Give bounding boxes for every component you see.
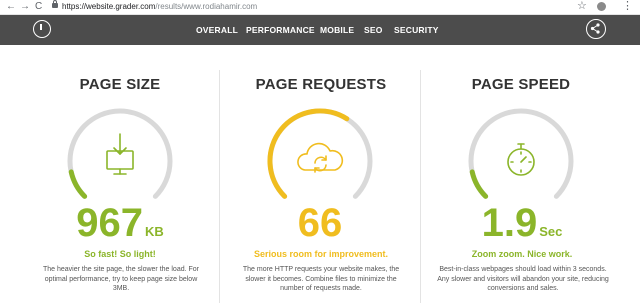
page-speed-unit: Sec	[539, 224, 563, 239]
page-speed-value: 1.9	[481, 201, 538, 245]
bookmark-star-icon[interactable]: ☆	[577, 0, 587, 13]
download-monitor-icon	[106, 133, 134, 175]
nav-security[interactable]: SECURITY	[394, 25, 439, 35]
browser-toolbar: ← → C https://website.grader.com/results…	[0, 0, 640, 15]
cloud-sync-icon	[297, 142, 344, 173]
nav-mobile[interactable]: MOBILE	[320, 25, 354, 35]
page-speed-description: Best-in-class webpages should load withi…	[437, 266, 609, 292]
page-speed-tagline: Zoom zoom. Nice work.	[471, 249, 573, 259]
website-grader-logo-icon[interactable]	[33, 20, 51, 38]
share-button[interactable]	[586, 19, 606, 39]
column-divider	[219, 70, 220, 303]
page-speed-title: PAGE SPEED	[471, 76, 571, 93]
address-bar[interactable]: https://website.grader.com/results/www.r…	[62, 1, 257, 13]
share-icon	[590, 23, 600, 34]
page-requests-title: PAGE REQUESTS	[255, 76, 387, 93]
column-divider	[420, 70, 421, 303]
browser-menu-icon[interactable]: ⋮	[622, 0, 633, 13]
page-requests-tagline: Serious room for improvement.	[253, 249, 389, 259]
page-size-unit: KB	[144, 224, 164, 239]
page-requests-description: The more HTTP requests your website make…	[242, 266, 400, 292]
page-size-description: The heavier the site page, the slower th…	[42, 266, 200, 292]
page-size-title: PAGE SIZE	[79, 76, 161, 93]
stopwatch-icon	[507, 143, 535, 176]
page-speed-value-block: 1.9 Sec	[417, 200, 627, 246]
page-requests-value: 66	[297, 201, 343, 245]
url-path: /results/www.rodiahamir.com	[155, 2, 258, 11]
page-size-value-block: 967 KB	[15, 200, 225, 246]
nav-performance[interactable]: PERFORMANCE	[246, 25, 315, 35]
back-button[interactable]: ←	[6, 1, 16, 13]
reload-button[interactable]: C	[35, 1, 42, 13]
nav-seo[interactable]: SEO	[364, 25, 383, 35]
forward-button[interactable]: →	[20, 1, 30, 13]
nav-overall[interactable]: OVERALL	[196, 25, 238, 35]
page-size-value: 967	[76, 201, 143, 245]
lock-icon	[52, 0, 58, 8]
url-domain: https://website.grader.com	[62, 2, 156, 11]
page-size-tagline: So fast! So light!	[84, 249, 156, 259]
page-requests-value-block: 66	[216, 200, 426, 246]
extension-icon[interactable]	[597, 2, 606, 11]
